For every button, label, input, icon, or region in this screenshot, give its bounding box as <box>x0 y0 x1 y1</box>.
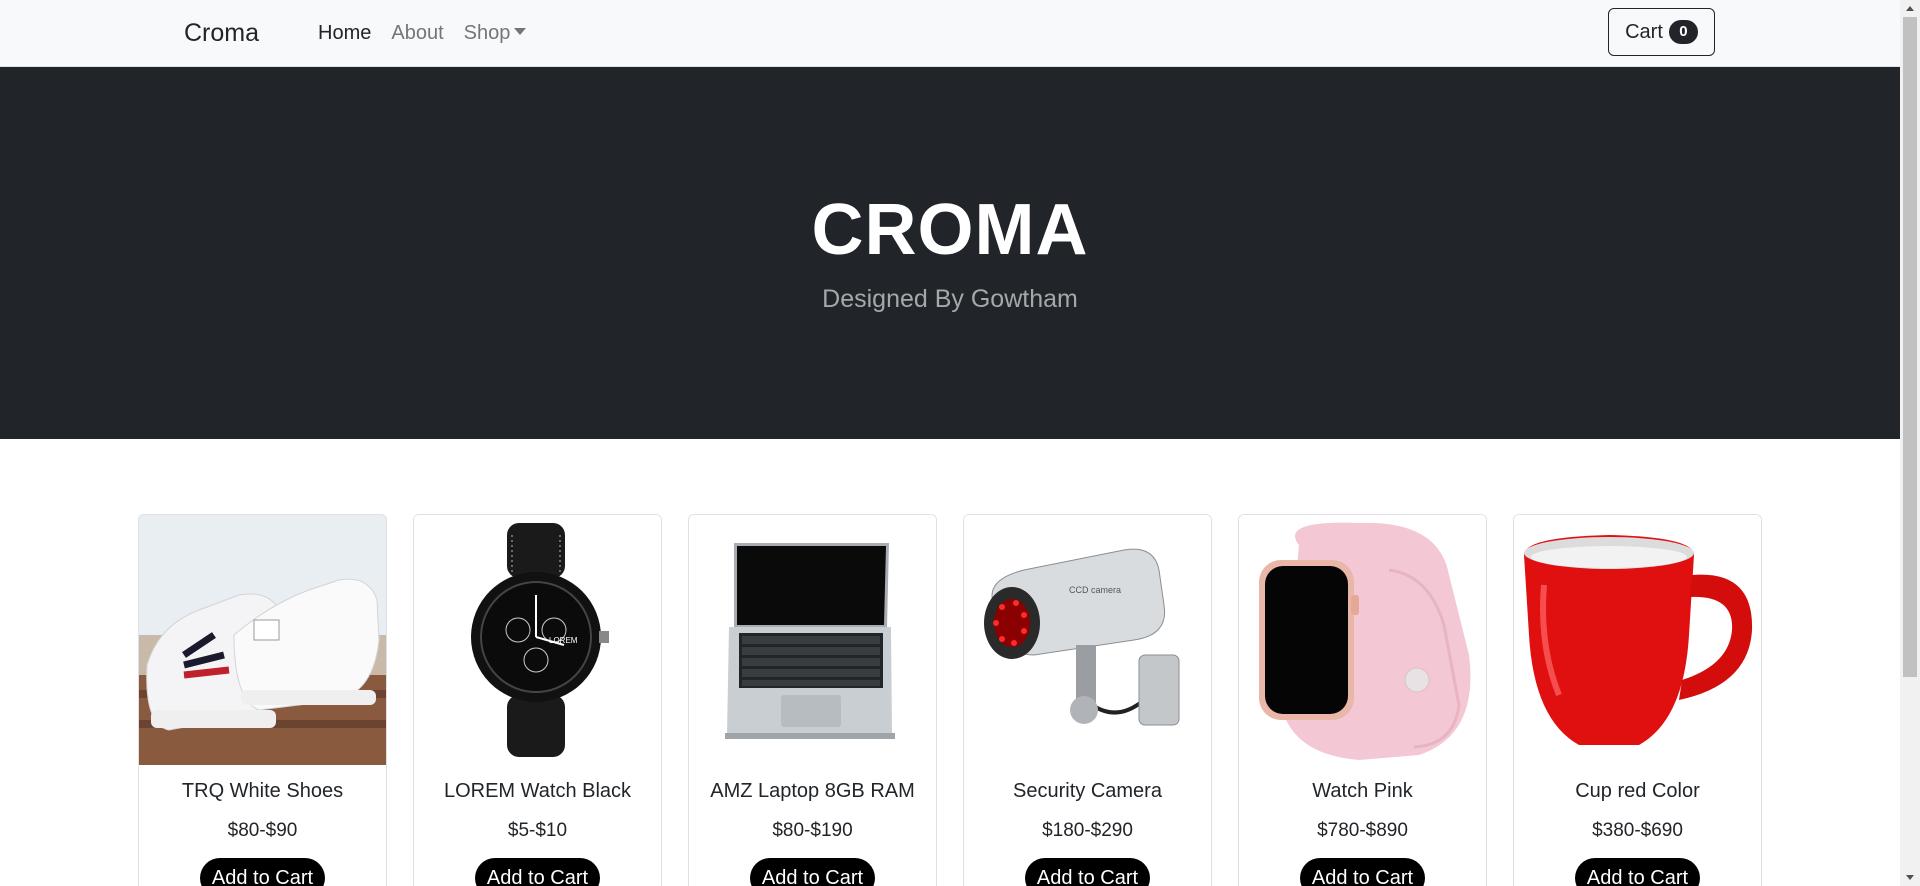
vertical-scrollbar[interactable] <box>1900 0 1920 886</box>
add-to-cart-button[interactable]: Add to Cart <box>199 858 326 886</box>
hero-banner: CROMA Designed By Gowtham <box>0 67 1900 439</box>
smartwatch-image <box>1239 515 1486 765</box>
product-card: LOREM LOREM Watch Black $5-$10 Add to Ca… <box>413 514 662 886</box>
product-price: $80-$190 <box>772 820 853 841</box>
nav-about[interactable]: About <box>391 19 443 47</box>
product-price: $180-$290 <box>1042 820 1133 841</box>
product-name: AMZ Laptop 8GB RAM <box>710 780 915 802</box>
scroll-up-icon[interactable] <box>1906 6 1914 11</box>
product-price: $380-$690 <box>1592 820 1683 841</box>
brand-logo[interactable]: Croma <box>184 17 259 49</box>
product-name: TRQ White Shoes <box>181 780 344 802</box>
cart-button[interactable]: Cart 0 <box>1608 8 1715 56</box>
product-card: Watch Pink $780-$890 Add to Cart <box>1238 514 1487 886</box>
add-to-cart-button[interactable]: Add to Cart <box>1299 858 1426 886</box>
add-to-cart-button[interactable]: Add to Cart <box>474 858 601 886</box>
product-card: AMZ Laptop 8GB RAM $80-$190 Add to Cart <box>688 514 937 886</box>
product-name: Security Camera <box>1013 780 1162 802</box>
product-name: Cup red Color <box>1575 780 1700 802</box>
scroll-down-icon[interactable] <box>1906 875 1914 880</box>
product-card: Cup red Color $380-$690 Add to Cart <box>1513 514 1762 886</box>
sneakers-image <box>139 515 386 765</box>
product-price: $780-$890 <box>1317 820 1408 841</box>
product-grid: TRQ White Shoes $80-$90 Add to Cart LORE <box>138 514 1762 886</box>
nav-shop-dropdown[interactable]: Shop <box>464 19 527 47</box>
add-to-cart-button[interactable]: Add to Cart <box>1024 858 1151 886</box>
product-card: TRQ White Shoes $80-$90 Add to Cart <box>138 514 387 886</box>
add-to-cart-button[interactable]: Add to Cart <box>1574 858 1701 886</box>
page: Croma Home About Shop Cart 0 CROMA Desig… <box>0 0 1900 886</box>
mug-image <box>1514 515 1761 765</box>
navbar: Croma Home About Shop Cart 0 <box>0 0 1900 67</box>
cart-count-badge: 0 <box>1668 20 1698 44</box>
nav-home[interactable]: Home <box>318 19 371 47</box>
hero-title: CROMA <box>811 190 1089 270</box>
product-name: Watch Pink <box>1312 780 1413 802</box>
camera-image: CCD camera <box>964 515 1211 765</box>
product-name: LOREM Watch Black <box>443 780 632 802</box>
nav-links: Home About Shop <box>318 19 527 47</box>
hero-subtitle: Designed By Gowtham <box>822 285 1078 313</box>
svg-text:CCD camera: CCD camera <box>1069 585 1121 595</box>
laptop-image <box>689 515 936 765</box>
svg-text:LOREM: LOREM <box>549 636 578 645</box>
product-price: $5-$10 <box>507 820 568 841</box>
caret-down-icon <box>514 28 527 35</box>
watch-image: LOREM <box>414 515 661 765</box>
nav-shop-label: Shop <box>463 22 511 44</box>
product-card: CCD camera Security Camera $180-$290 Add… <box>963 514 1212 886</box>
product-price: $80-$90 <box>227 820 298 841</box>
scrollbar-thumb[interactable] <box>1903 17 1917 677</box>
add-to-cart-button[interactable]: Add to Cart <box>749 858 876 886</box>
cart-label: Cart <box>1625 20 1663 43</box>
